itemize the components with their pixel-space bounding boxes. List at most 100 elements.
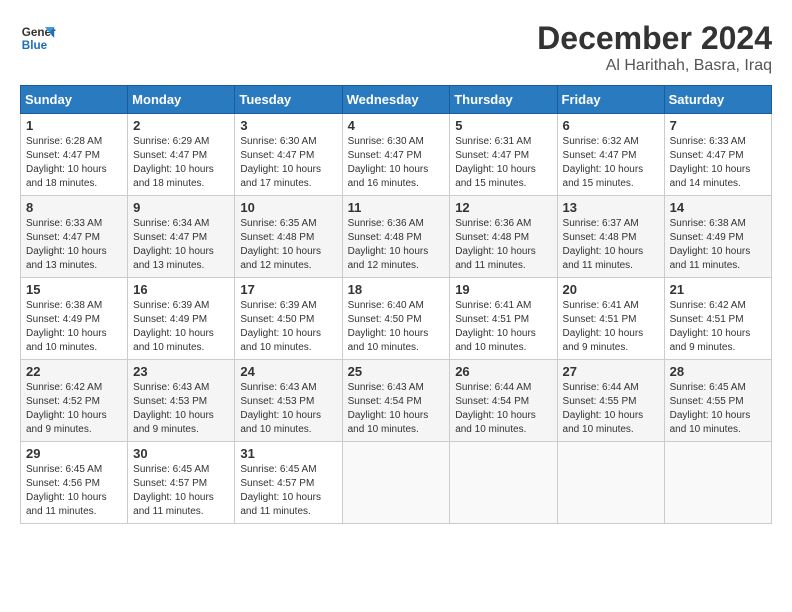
day-info: Sunrise: 6:35 AM Sunset: 4:48 PM Dayligh…: [240, 217, 336, 273]
day-info: Sunrise: 6:36 AM Sunset: 4:48 PM Dayligh…: [455, 217, 551, 273]
day-cell: 15 Sunrise: 6:38 AM Sunset: 4:49 PM Dayli…: [21, 278, 128, 360]
day-info: Sunrise: 6:28 AM Sunset: 4:47 PM Dayligh…: [26, 135, 122, 191]
location-title: Al Harithah, Basra, Iraq: [537, 57, 772, 75]
day-cell: 21Sunrise: 6:42 AM Sunset: 4:51 PM Dayli…: [664, 278, 771, 360]
day-cell: 20 Sunrise: 6:41 AM Sunset: 4:51 PM Dayli…: [557, 278, 664, 360]
day-info: Sunrise: 6:41 AM Sunset: 4:51 PM Dayligh…: [563, 299, 659, 355]
day-cell: 13 Sunrise: 6:37 AM Sunset: 4:48 PM Dayli…: [557, 196, 664, 278]
day-number: 27: [563, 364, 659, 379]
day-cell: 8 Sunrise: 6:33 AM Sunset: 4:47 PM Daylig…: [21, 196, 128, 278]
day-cell: 2Sunrise: 6:29 AM Sunset: 4:47 PM Daylig…: [128, 114, 235, 196]
header-tuesday: Tuesday: [235, 86, 342, 114]
day-cell: 4 Sunrise: 6:30 AM Sunset: 4:47 PM Daylig…: [342, 114, 450, 196]
day-number: 6: [563, 118, 659, 133]
day-info: Sunrise: 6:45 AM Sunset: 4:56 PM Dayligh…: [26, 463, 122, 519]
header-friday: Friday: [557, 86, 664, 114]
day-info: Sunrise: 6:45 AM Sunset: 4:57 PM Dayligh…: [133, 463, 229, 519]
day-info: Sunrise: 6:38 AM Sunset: 4:49 PM Dayligh…: [26, 299, 122, 355]
day-number: 15: [26, 282, 122, 297]
day-info: Sunrise: 6:39 AM Sunset: 4:50 PM Dayligh…: [240, 299, 336, 355]
day-info: Sunrise: 6:33 AM Sunset: 4:47 PM Dayligh…: [26, 217, 122, 273]
day-info: Sunrise: 6:33 AM Sunset: 4:47 PM Dayligh…: [670, 135, 766, 191]
day-number: 8: [26, 200, 122, 215]
day-cell: [664, 442, 771, 524]
day-cell: 27 Sunrise: 6:44 AM Sunset: 4:55 PM Dayli…: [557, 360, 664, 442]
day-cell: 26 Sunrise: 6:44 AM Sunset: 4:54 PM Dayli…: [450, 360, 557, 442]
day-info: Sunrise: 6:41 AM Sunset: 4:51 PM Dayligh…: [455, 299, 551, 355]
month-title: December 2024: [537, 20, 772, 57]
day-number: 26: [455, 364, 551, 379]
day-info: Sunrise: 6:44 AM Sunset: 4:54 PM Dayligh…: [455, 381, 551, 437]
day-cell: 3 Sunrise: 6:30 AM Sunset: 4:47 PM Daylig…: [235, 114, 342, 196]
day-number: 4: [348, 118, 445, 133]
day-number: 19: [455, 282, 551, 297]
day-cell: 19 Sunrise: 6:41 AM Sunset: 4:51 PM Dayli…: [450, 278, 557, 360]
day-number: 3: [240, 118, 336, 133]
header-monday: Monday: [128, 86, 235, 114]
day-number: 13: [563, 200, 659, 215]
day-cell: [557, 442, 664, 524]
day-info: Sunrise: 6:39 AM Sunset: 4:49 PM Dayligh…: [133, 299, 229, 355]
day-cell: 31Sunrise: 6:45 AM Sunset: 4:57 PM Dayli…: [235, 442, 342, 524]
day-number: 22: [26, 364, 122, 379]
day-number: 12: [455, 200, 551, 215]
day-number: 20: [563, 282, 659, 297]
day-info: Sunrise: 6:31 AM Sunset: 4:47 PM Dayligh…: [455, 135, 551, 191]
day-number: 17: [240, 282, 336, 297]
day-number: 14: [670, 200, 766, 215]
day-info: Sunrise: 6:30 AM Sunset: 4:47 PM Dayligh…: [240, 135, 336, 191]
day-number: 24: [240, 364, 336, 379]
day-cell: 6Sunrise: 6:32 AM Sunset: 4:47 PM Daylig…: [557, 114, 664, 196]
day-cell: 30 Sunrise: 6:45 AM Sunset: 4:57 PM Dayli…: [128, 442, 235, 524]
day-info: Sunrise: 6:36 AM Sunset: 4:48 PM Dayligh…: [348, 217, 445, 273]
day-cell: 1 Sunrise: 6:28 AM Sunset: 4:47 PM Daylig…: [21, 114, 128, 196]
day-number: 23: [133, 364, 229, 379]
header: General Blue December 2024 Al Harithah, …: [20, 20, 772, 75]
day-cell: 17 Sunrise: 6:39 AM Sunset: 4:50 PM Dayli…: [235, 278, 342, 360]
day-number: 18: [348, 282, 445, 297]
day-cell: 7 Sunrise: 6:33 AM Sunset: 4:47 PM Daylig…: [664, 114, 771, 196]
day-cell: 22 Sunrise: 6:42 AM Sunset: 4:52 PM Dayli…: [21, 360, 128, 442]
day-number: 10: [240, 200, 336, 215]
header-wednesday: Wednesday: [342, 86, 450, 114]
day-info: Sunrise: 6:45 AM Sunset: 4:55 PM Dayligh…: [670, 381, 766, 437]
day-cell: [450, 442, 557, 524]
day-cell: 25Sunrise: 6:43 AM Sunset: 4:54 PM Dayli…: [342, 360, 450, 442]
day-number: 2: [133, 118, 229, 133]
header-row: SundayMondayTuesdayWednesdayThursdayFrid…: [21, 86, 772, 114]
day-cell: 29 Sunrise: 6:45 AM Sunset: 4:56 PM Dayli…: [21, 442, 128, 524]
day-cell: 12 Sunrise: 6:36 AM Sunset: 4:48 PM Dayli…: [450, 196, 557, 278]
day-cell: 18 Sunrise: 6:40 AM Sunset: 4:50 PM Dayli…: [342, 278, 450, 360]
day-number: 16: [133, 282, 229, 297]
day-info: Sunrise: 6:37 AM Sunset: 4:48 PM Dayligh…: [563, 217, 659, 273]
day-info: Sunrise: 6:40 AM Sunset: 4:50 PM Dayligh…: [348, 299, 445, 355]
day-info: Sunrise: 6:44 AM Sunset: 4:55 PM Dayligh…: [563, 381, 659, 437]
day-info: Sunrise: 6:42 AM Sunset: 4:52 PM Dayligh…: [26, 381, 122, 437]
week-row-5: 29 Sunrise: 6:45 AM Sunset: 4:56 PM Dayli…: [21, 442, 772, 524]
calendar-table: SundayMondayTuesdayWednesdayThursdayFrid…: [20, 85, 772, 524]
day-cell: 14Sunrise: 6:38 AM Sunset: 4:49 PM Dayli…: [664, 196, 771, 278]
day-info: Sunrise: 6:34 AM Sunset: 4:47 PM Dayligh…: [133, 217, 229, 273]
day-info: Sunrise: 6:30 AM Sunset: 4:47 PM Dayligh…: [348, 135, 445, 191]
week-row-4: 22 Sunrise: 6:42 AM Sunset: 4:52 PM Dayli…: [21, 360, 772, 442]
day-number: 7: [670, 118, 766, 133]
day-cell: 23Sunrise: 6:43 AM Sunset: 4:53 PM Dayli…: [128, 360, 235, 442]
header-sunday: Sunday: [21, 86, 128, 114]
day-cell: 9 Sunrise: 6:34 AM Sunset: 4:47 PM Daylig…: [128, 196, 235, 278]
title-area: December 2024 Al Harithah, Basra, Iraq: [537, 20, 772, 75]
logo: General Blue: [20, 20, 56, 56]
day-number: 1: [26, 118, 122, 133]
day-number: 9: [133, 200, 229, 215]
logo-icon: General Blue: [20, 20, 56, 56]
header-saturday: Saturday: [664, 86, 771, 114]
week-row-2: 8 Sunrise: 6:33 AM Sunset: 4:47 PM Daylig…: [21, 196, 772, 278]
day-number: 28: [670, 364, 766, 379]
day-number: 5: [455, 118, 551, 133]
day-cell: 11Sunrise: 6:36 AM Sunset: 4:48 PM Dayli…: [342, 196, 450, 278]
day-number: 30: [133, 446, 229, 461]
day-number: 29: [26, 446, 122, 461]
header-thursday: Thursday: [450, 86, 557, 114]
day-cell: 10 Sunrise: 6:35 AM Sunset: 4:48 PM Dayli…: [235, 196, 342, 278]
day-info: Sunrise: 6:42 AM Sunset: 4:51 PM Dayligh…: [670, 299, 766, 355]
day-cell: 16 Sunrise: 6:39 AM Sunset: 4:49 PM Dayli…: [128, 278, 235, 360]
